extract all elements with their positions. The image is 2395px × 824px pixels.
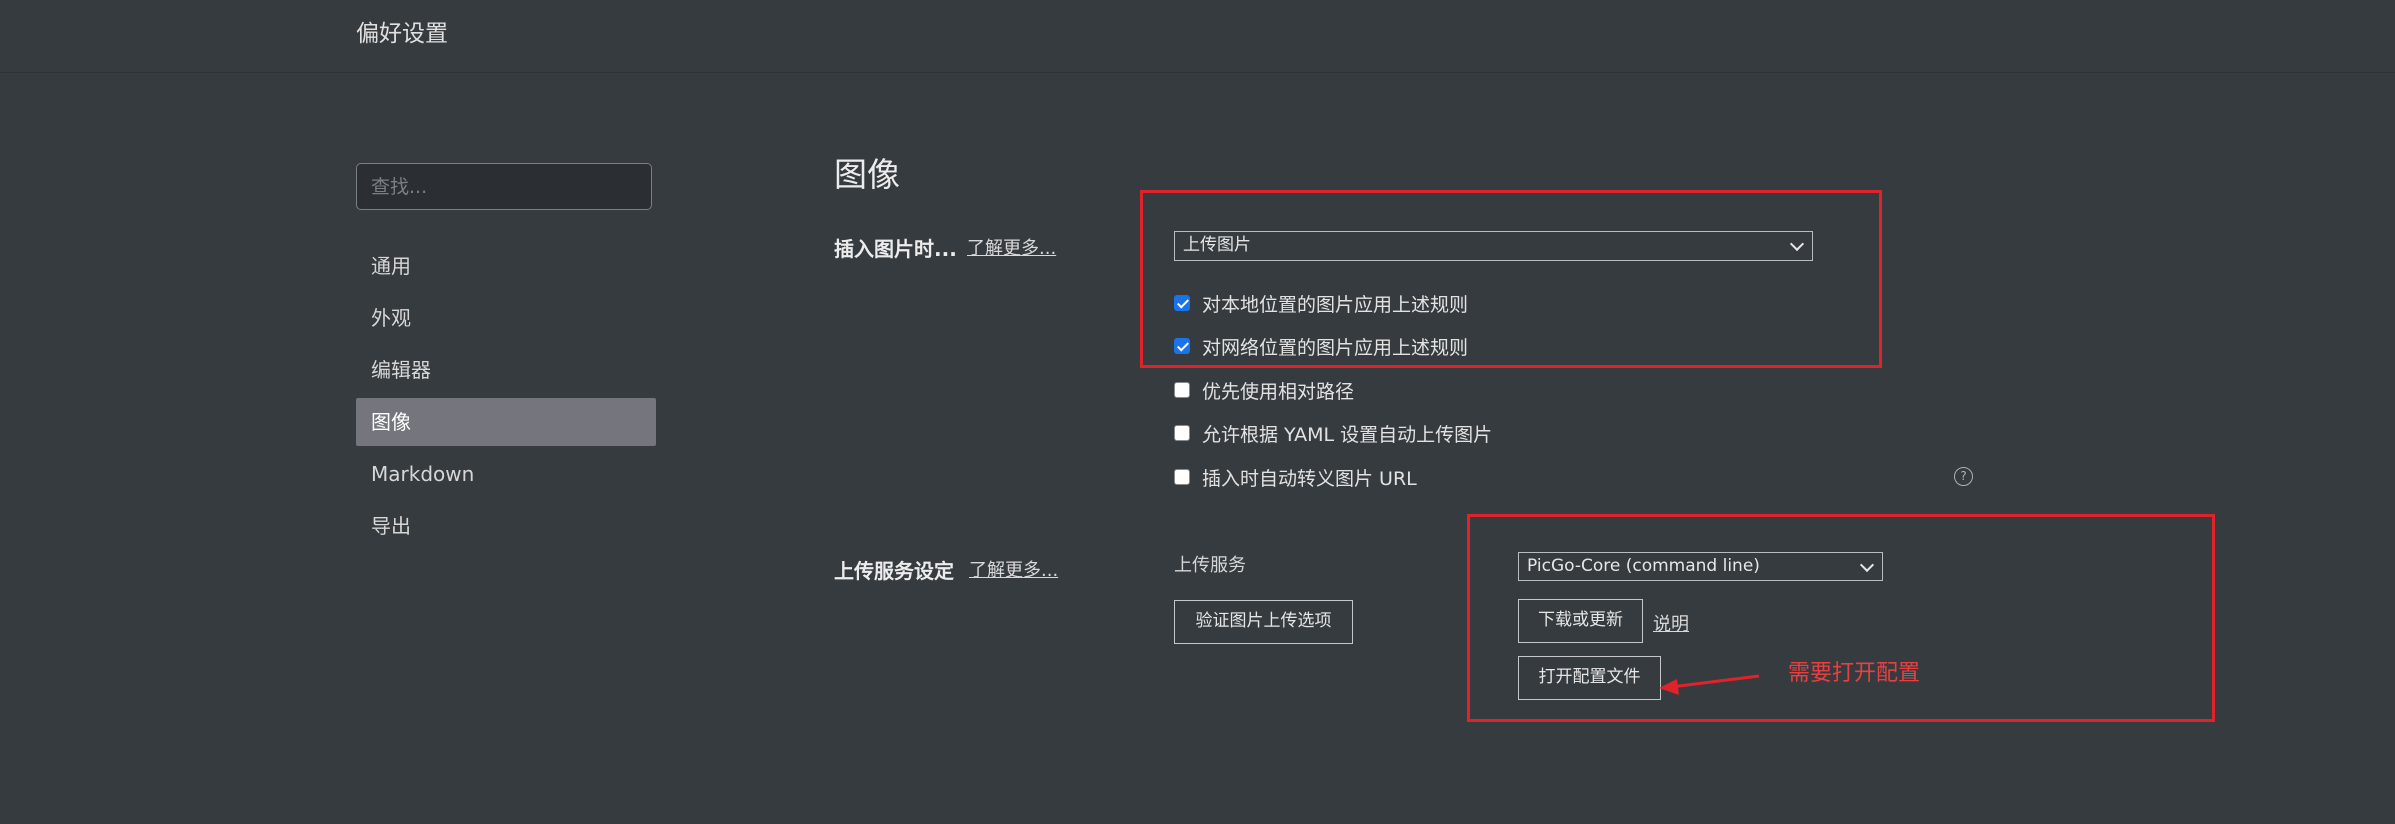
window-title: 偏好设置 — [356, 21, 448, 47]
annotation-arrow-icon — [1659, 674, 1760, 695]
sidebar-item-markdown[interactable]: Markdown — [356, 450, 656, 498]
annotation-box-insert — [1140, 190, 1882, 368]
checkbox-yaml-upload[interactable] — [1174, 425, 1190, 441]
checkbox-relative-path[interactable] — [1174, 382, 1190, 398]
insert-image-label: 插入图片时... — [834, 237, 957, 261]
sidebar-item-export[interactable]: 导出 — [356, 502, 656, 550]
upload-service-field-label: 上传服务 — [1174, 555, 1246, 576]
checkbox-escape-url[interactable] — [1174, 469, 1190, 485]
upload-service-label: 上传服务设定 — [834, 559, 954, 583]
search-input[interactable] — [356, 163, 652, 210]
option-yaml-upload[interactable]: 允许根据 YAML 设置自动上传图片 — [1174, 419, 1492, 447]
upload-learn-more-link[interactable]: 了解更多... — [969, 556, 1058, 582]
insert-learn-more-link[interactable]: 了解更多... — [967, 234, 1056, 260]
title-bar: 偏好设置 — [0, 0, 2395, 73]
option-relative-path[interactable]: 优先使用相对路径 — [1174, 376, 1354, 404]
sidebar-item-editor[interactable]: 编辑器 — [356, 346, 656, 394]
sidebar-item-appearance[interactable]: 外观 — [356, 294, 656, 342]
annotation-note: 需要打开配置 — [1788, 661, 1921, 686]
sidebar-item-image[interactable]: 图像 — [356, 398, 656, 446]
option-label: 优先使用相对路径 — [1202, 380, 1355, 403]
option-label: 插入时自动转义图片 URL — [1202, 467, 1417, 490]
help-icon[interactable]: ? — [1954, 467, 1973, 486]
option-escape-url[interactable]: 插入时自动转义图片 URL — [1174, 463, 1417, 491]
sidebar-item-general[interactable]: 通用 — [356, 242, 656, 290]
annotation-box-upload — [1467, 514, 2215, 722]
verify-upload-button[interactable]: 验证图片上传选项 — [1174, 600, 1353, 644]
page-title: 图像 — [834, 155, 900, 194]
option-label: 允许根据 YAML 设置自动上传图片 — [1202, 423, 1493, 446]
